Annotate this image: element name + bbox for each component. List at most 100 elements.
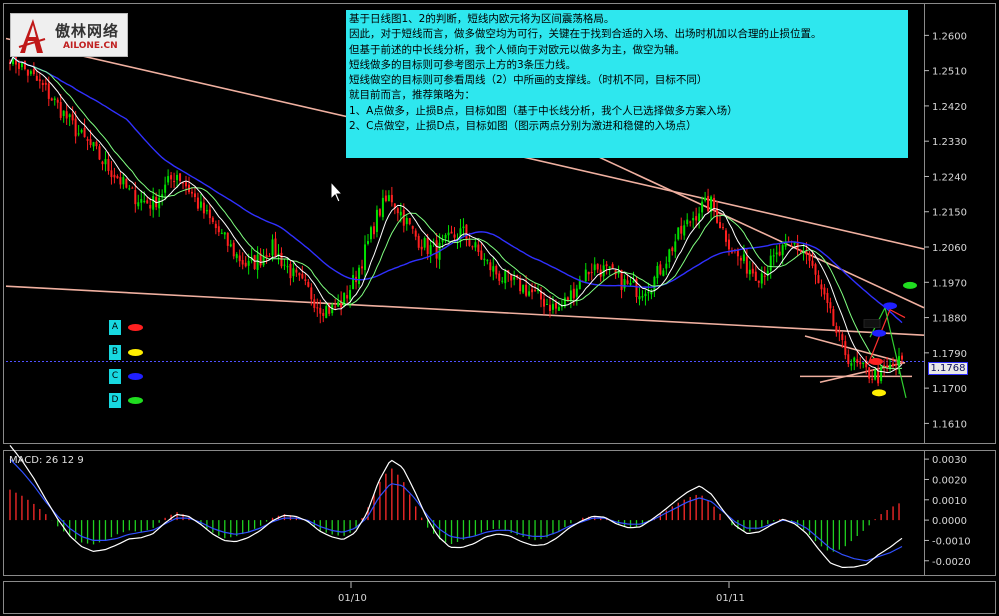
candle-body [492,266,495,272]
candle-body [862,362,865,364]
candle-body [724,230,727,242]
candle-body [223,232,226,235]
legend-marker-a [128,324,143,331]
candle-body [593,264,596,271]
price-tick-label: 1.1610 [932,419,967,430]
candle-body [369,227,372,240]
price-tick-label: 1.2510 [932,67,967,78]
candle-body [307,281,310,287]
candle-body [557,306,560,311]
candle-body [399,211,402,216]
legend-marker-d [128,397,143,404]
candle-body [280,252,283,267]
candle-body [835,325,838,333]
candle-body [701,201,704,213]
candle-body [665,263,668,269]
candle-body [548,304,551,311]
candle-body [462,226,465,229]
candle-body [483,258,486,260]
candle-body [316,307,319,309]
candle-body [68,114,71,118]
candle-body [256,254,259,270]
candle-body [220,232,223,234]
candle-body [83,127,86,138]
candle-body [587,271,590,275]
macd-tick-label: 0.0030 [932,455,967,466]
candle-body [757,280,760,283]
candle-body [119,177,122,185]
signal-box-icon [863,319,881,329]
candle-body [426,237,429,254]
strategy-point-marker [869,357,883,365]
candle-body [358,267,361,285]
candle-body [892,363,895,366]
legend-label-c: C [109,369,121,384]
candle-body [146,200,149,204]
candle-body [554,302,557,309]
candle-body [295,269,298,273]
candle-body [414,230,417,237]
candle-body [80,130,83,133]
candle-body [683,225,686,236]
candle-body [346,295,349,299]
candle-body [605,264,608,267]
logo-text-cn: 傲林网络 [55,22,120,40]
candle-body [86,139,89,141]
candle-body [895,364,898,366]
candle-body [241,259,244,265]
candle-body [292,268,295,277]
candle-body [572,288,575,299]
candle-body [319,307,322,314]
candle-body [504,270,507,284]
candle-body [134,190,137,205]
candle-body [531,289,534,293]
candle-body [334,306,337,308]
candle-body [408,218,411,225]
candle-body [59,102,62,118]
candle-body [754,271,757,281]
candle-body [668,249,671,263]
candle-body [510,274,513,281]
candle-body [450,231,453,234]
candle-body [713,197,716,210]
candle-body [647,292,650,294]
candle-body [364,244,367,270]
candle-body [196,197,199,209]
candle-body [429,245,432,255]
candle-body [522,284,525,293]
price-tick-label: 1.1880 [932,314,967,325]
macd-label: MACD: 26 12 9 [9,455,84,466]
candle-body [29,71,32,74]
candle-body [441,240,444,242]
candle-body [722,227,725,229]
candle-body [692,218,695,221]
candle-body [372,226,375,235]
candle-body [868,367,871,379]
candle-body [104,159,107,165]
candle-body [35,75,38,81]
candle-body [235,254,238,259]
candle-body [880,367,883,382]
strategy-point-marker [883,302,897,310]
note-line: 因此，对于短线而言，做多做空均为可行，关键在于找到合适的入场、出场时机加以合理的… [349,28,822,41]
candle-body [304,279,307,281]
candle-body [653,276,656,292]
candle-body [313,299,316,308]
candle-body [402,209,405,226]
candle-body [596,263,599,270]
candle-body [850,363,853,366]
note-line: 就目前而言，推荐策略为： [349,89,475,102]
macd-tick-label: -0.0010 [932,536,971,547]
candle-body [38,79,41,82]
candle-body [763,275,766,277]
candle-body [217,226,220,233]
candle-body [420,246,423,250]
macd-tick-label: 0.0000 [932,516,967,527]
candle-body [170,175,173,180]
candle-body [844,341,847,356]
strategy-point-marker [903,281,917,289]
candle-body [17,63,20,69]
candle-body [44,82,47,85]
candle-body [387,195,390,202]
note-line: 基于日线图1、2的判断，短线内欧元将为区间震荡格局。 [349,13,615,25]
